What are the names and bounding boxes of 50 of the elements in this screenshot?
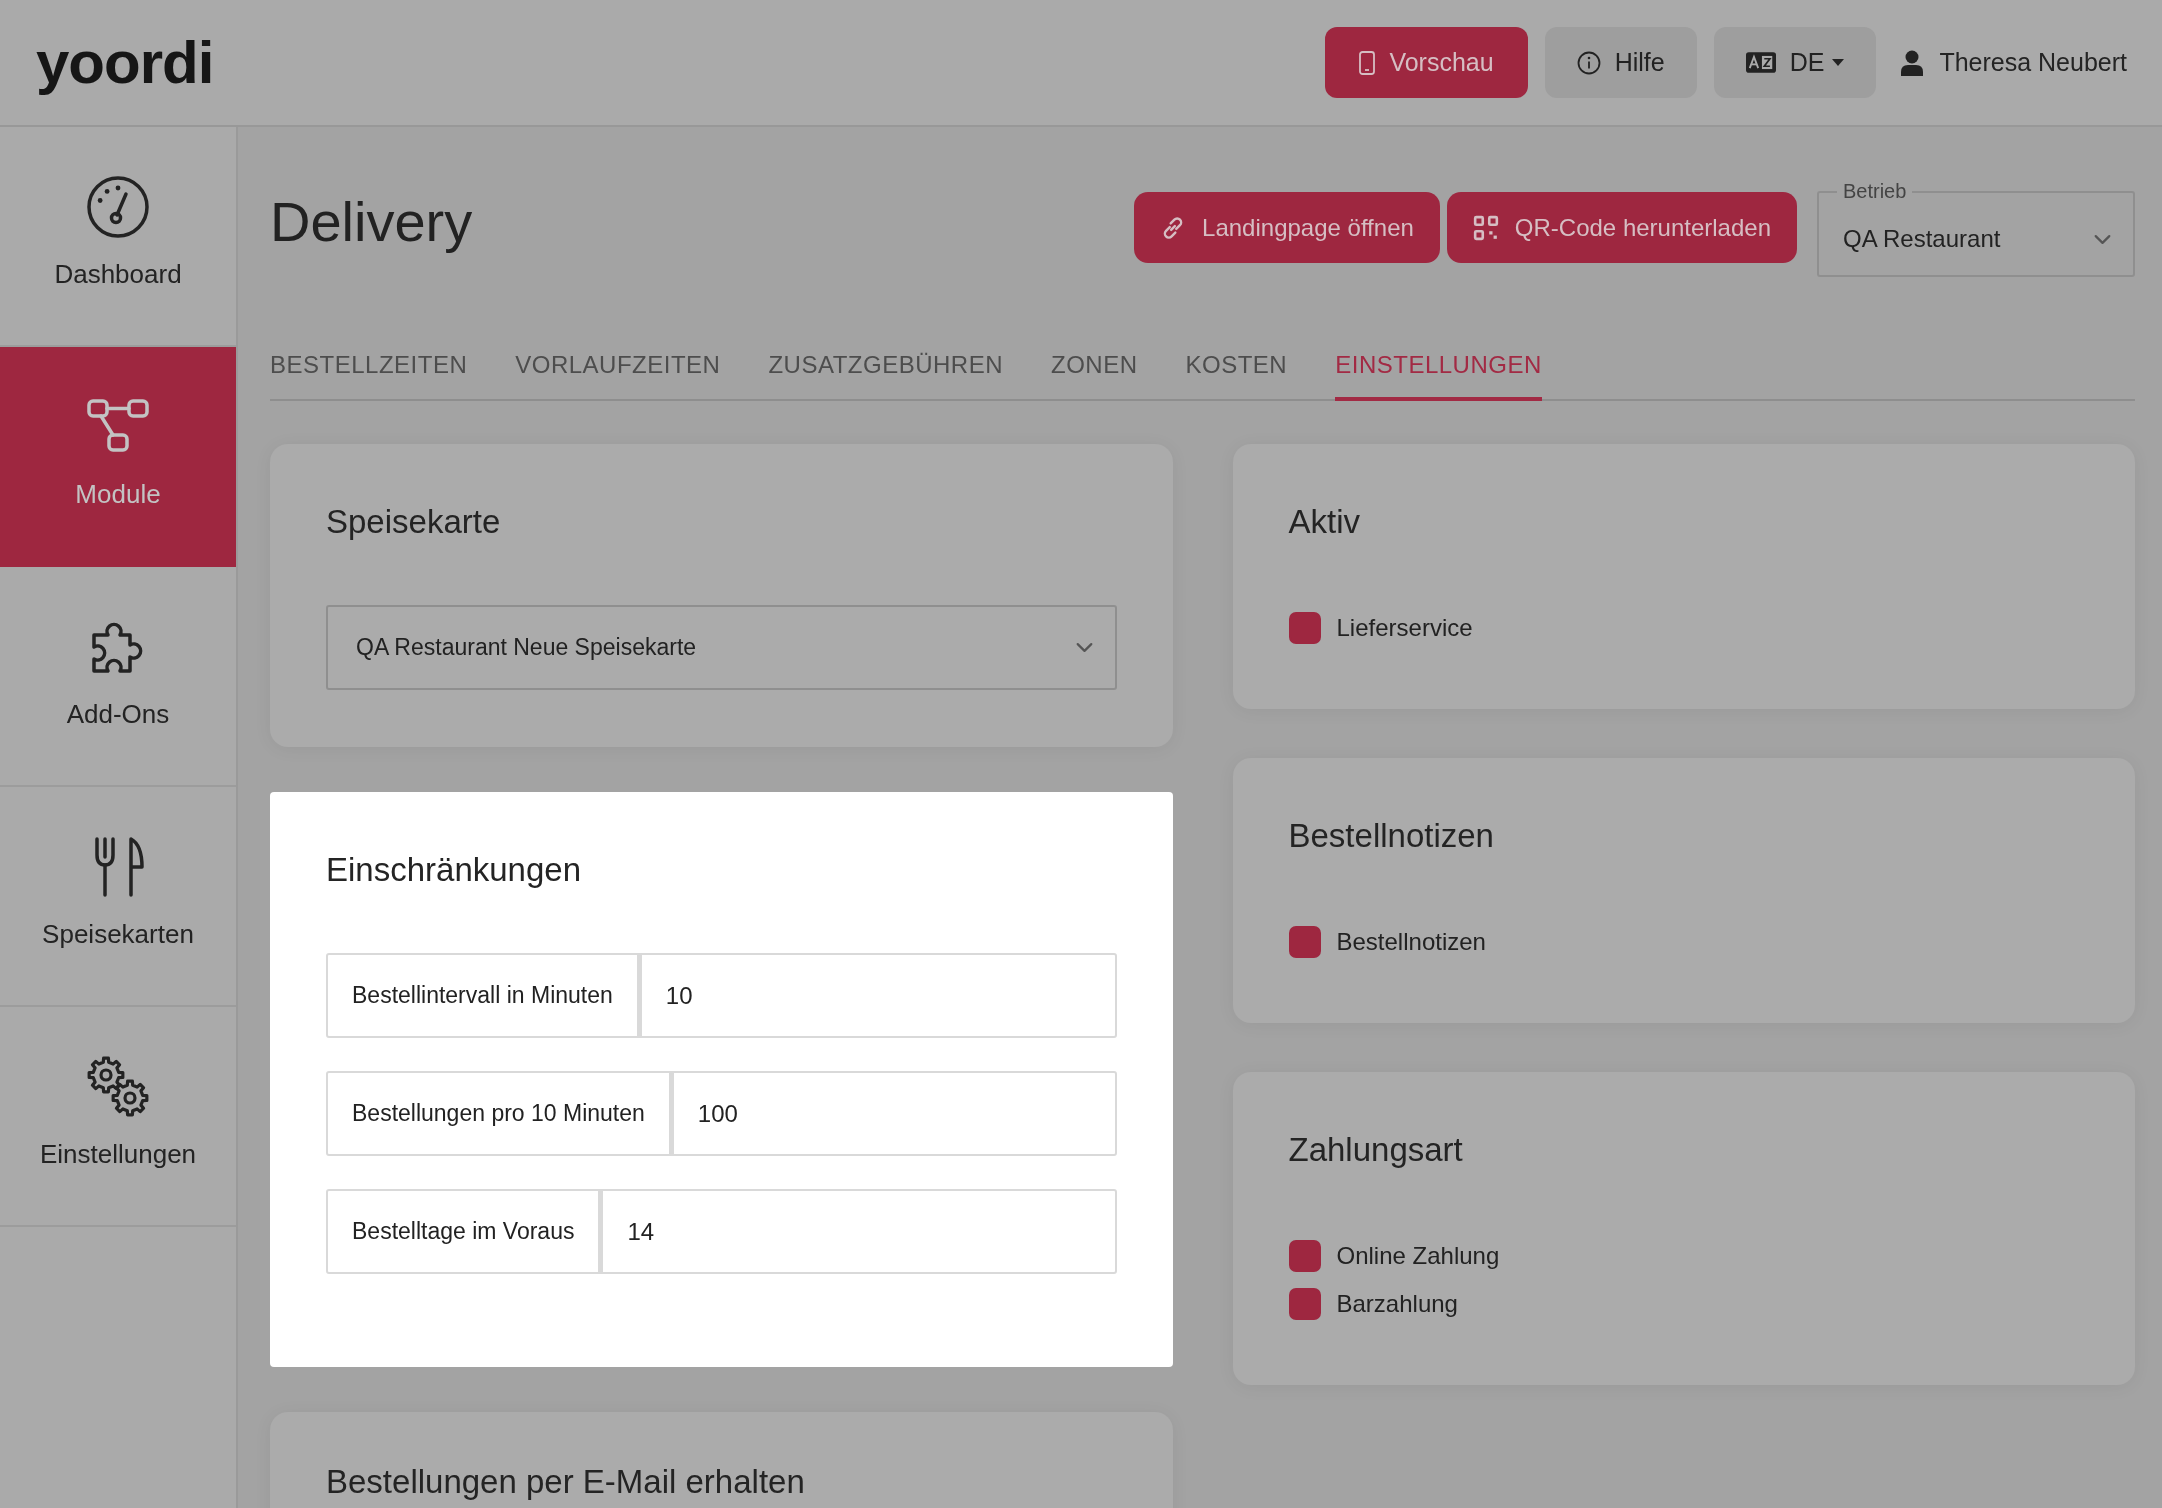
qr-code-button[interactable]: QR-Code herunterladen: [1446, 192, 1797, 263]
info-icon: [1576, 50, 1601, 75]
checkbox[interactable]: [1288, 1240, 1321, 1272]
tab[interactable]: KOSTEN: [1185, 351, 1288, 401]
field-label: Bestellintervall in Minuten: [326, 953, 639, 1038]
page-title: Delivery: [270, 189, 473, 255]
sidebar-item[interactable]: Einstellungen: [0, 1007, 236, 1227]
tab[interactable]: VORLAUFZEITEN: [515, 351, 721, 401]
card-title: Bestellungen per E-Mail erhalten: [326, 1462, 806, 1502]
language-icon: [1745, 52, 1776, 73]
tab[interactable]: ZUSATZGEBÜHREN: [768, 351, 1003, 401]
gears-icon: [86, 1055, 150, 1119]
checkbox[interactable]: [1288, 926, 1321, 958]
user-name[interactable]: Theresa Neubert: [1939, 48, 2127, 77]
checkbox-label[interactable]: Lieferservice: [1336, 614, 1473, 642]
card-title: Einschränkungen: [326, 850, 582, 890]
language-button[interactable]: DE: [1713, 27, 1877, 98]
number-input[interactable]: 10: [638, 953, 1117, 1038]
card-title: Speisekarte: [326, 502, 502, 542]
chevron-down-icon: [1075, 642, 1093, 653]
card-title: Aktiv: [1288, 502, 1361, 542]
gauge-icon: [86, 175, 150, 239]
qr-code-icon: [1472, 214, 1499, 241]
sidebar-item[interactable]: Add-Ons: [0, 567, 236, 787]
sidebar-item[interactable]: Module: [0, 347, 236, 567]
landing-page-button[interactable]: Landingpage öffnen: [1134, 192, 1440, 263]
phone-icon: [1359, 50, 1376, 75]
checkbox-label[interactable]: Barzahlung: [1336, 1290, 1458, 1318]
tab[interactable]: BESTELLZEITEN: [270, 351, 468, 401]
person-icon: [1901, 49, 1924, 76]
number-input[interactable]: 14: [600, 1189, 1117, 1274]
checkbox-label[interactable]: Online Zahlung: [1336, 1242, 1500, 1270]
caret-down-icon: [1832, 58, 1845, 67]
checkbox[interactable]: [1288, 612, 1321, 644]
card-title: Zahlungsart: [1288, 1130, 1464, 1170]
number-input[interactable]: 100: [670, 1071, 1117, 1156]
field-label: Betrieb: [1842, 180, 1908, 203]
card-title: Bestellnotizen: [1288, 816, 1495, 856]
field-label: Bestelltage im Voraus: [326, 1189, 601, 1274]
checkbox[interactable]: [1288, 1288, 1321, 1320]
chevron-down-icon: [2094, 233, 2111, 245]
sidebar-item[interactable]: Speisekarten: [0, 787, 236, 1007]
logo: yoordi: [36, 32, 214, 93]
checkbox-label[interactable]: Bestellnotizen: [1336, 928, 1486, 956]
menu-select[interactable]: QA Restaurant Neue Speisekarte: [326, 605, 1117, 690]
tab[interactable]: ZONEN: [1051, 351, 1138, 401]
business-select[interactable]: Betrieb QA Restaurant: [1817, 180, 2135, 277]
help-button[interactable]: Hilfe: [1544, 27, 1697, 98]
preview-button[interactable]: Vorschau: [1325, 27, 1528, 98]
field-label: Bestellungen pro 10 Minuten: [326, 1071, 671, 1156]
